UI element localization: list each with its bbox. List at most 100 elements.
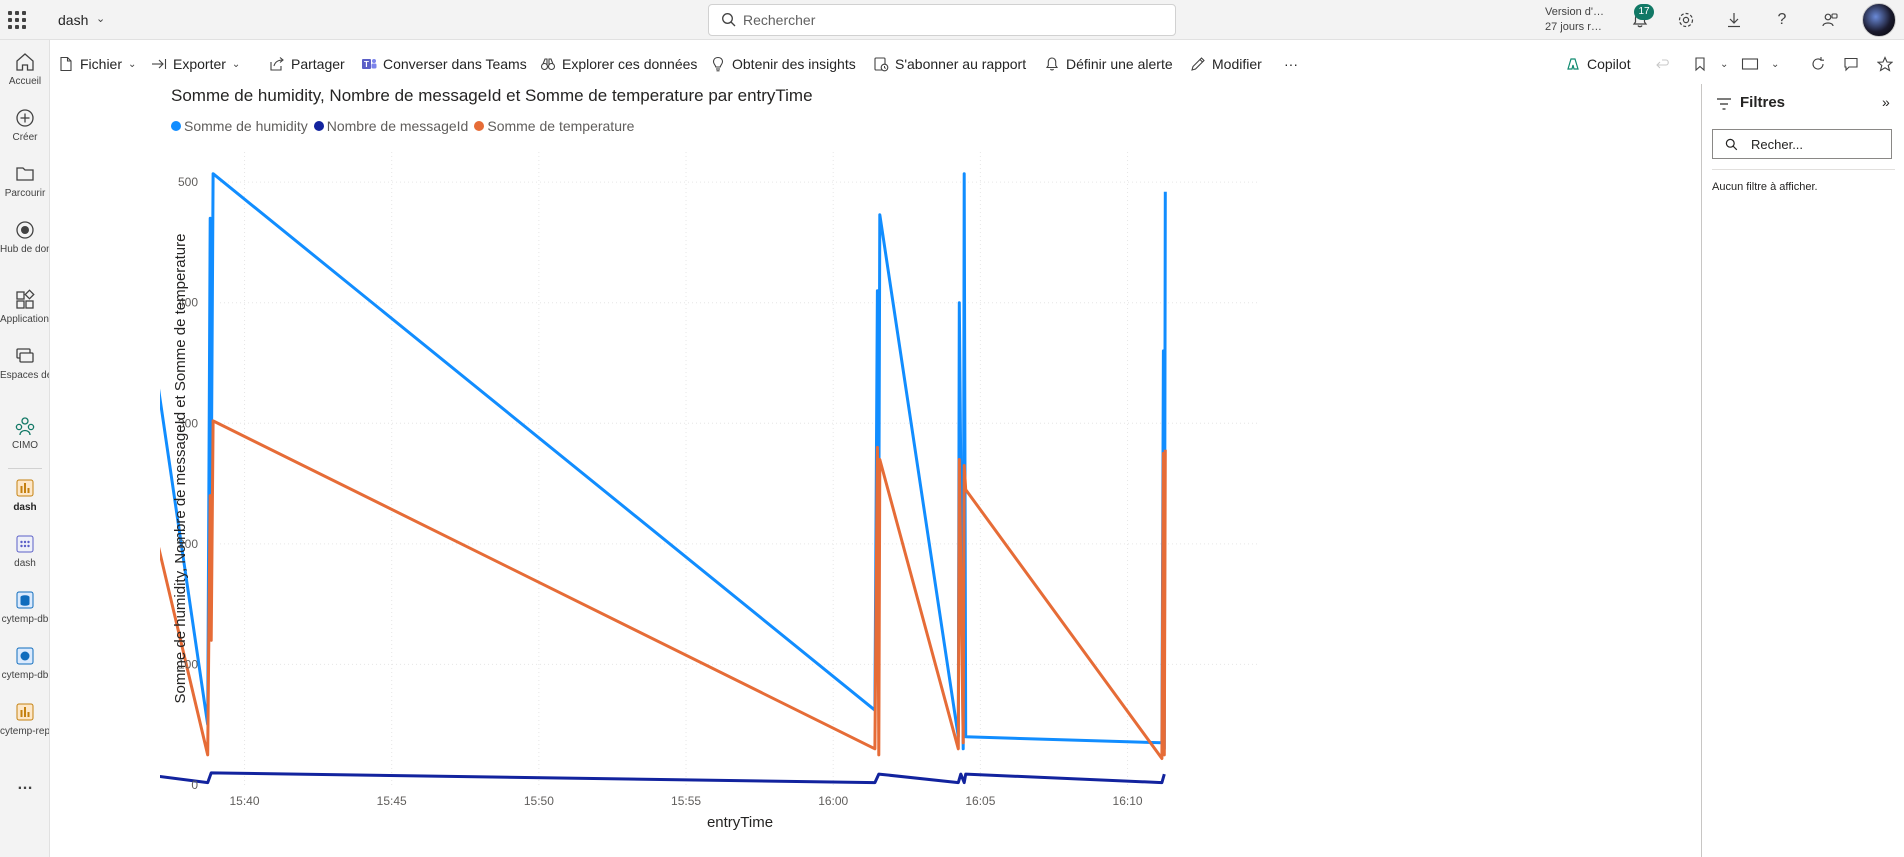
nav-item-dash-report[interactable]: dash <box>0 477 49 514</box>
refresh-icon[interactable] <box>1810 53 1832 75</box>
nav-label: cytemp-db <box>1 614 49 625</box>
share-label: Partager <box>291 56 345 72</box>
chevron-down-icon: ⌄ <box>231 58 241 70</box>
gear-icon[interactable] <box>1674 8 1698 32</box>
dashboard-icon <box>16 535 34 553</box>
nav-item-home[interactable]: Accueil <box>0 51 49 88</box>
search-icon <box>1725 138 1738 151</box>
x-tick-label: 16:05 <box>965 794 995 808</box>
legend-item-humidity[interactable]: Somme de humidity <box>171 118 308 134</box>
undo-icon[interactable] <box>1655 53 1677 75</box>
filters-empty-message: Aucun filtre à afficher. <box>1712 181 1818 193</box>
export-menu-button[interactable]: Exporter ⌄ <box>151 53 240 75</box>
legend-dot <box>474 121 485 131</box>
get-insights-label: Obtenir des insights <box>732 56 856 72</box>
subscribe-button[interactable]: S'abonner au rapport <box>873 53 1026 75</box>
top-bar: dash ⌄ Version d'… 27 jours r… 17 ? <box>0 0 1904 40</box>
left-nav: Accueil Créer Parcourir Hub de données… … <box>0 40 50 857</box>
x-tick-label: 16:10 <box>1113 794 1143 808</box>
line-chart[interactable]: 010020030040050015:40 15:45 15:50 15:55 16:0… <box>160 140 1520 840</box>
nav-label: Espaces de travail <box>0 370 49 381</box>
edit-label: Modifier <box>1212 56 1262 72</box>
edit-button[interactable]: Modifier <box>1190 53 1262 75</box>
more-options-button[interactable]: ··· <box>1284 53 1298 75</box>
download-icon[interactable] <box>1722 8 1746 32</box>
x-tick-label: 15:45 <box>377 794 407 808</box>
get-insights-button[interactable]: Obtenir des insights <box>710 53 856 75</box>
explore-data-button[interactable]: Explorer ces données <box>540 53 697 75</box>
view-icon <box>1741 58 1759 70</box>
file-menu-button[interactable]: Fichier ⌄ <box>58 53 136 75</box>
nav-label: CIMO <box>11 440 39 451</box>
plus-circle-icon <box>16 109 34 127</box>
nav-label: dash <box>14 558 36 569</box>
subscribe-label: S'abonner au rapport <box>895 56 1027 72</box>
pencil-icon <box>1191 57 1205 71</box>
teams-chat-button[interactable]: T Converser dans Teams <box>361 53 527 75</box>
chevron-down-icon[interactable]: ⌄ <box>96 12 105 25</box>
nav-item-cytemp-db[interactable]: cytemp-db <box>0 589 49 626</box>
nav-item-apps[interactable]: Applications <box>0 289 49 326</box>
filters-divider <box>1712 169 1895 170</box>
nav-label: Accueil <box>8 76 42 87</box>
nav-more-button[interactable]: … <box>0 776 49 794</box>
nav-item-data-hub[interactable]: Hub de données… <box>0 219 49 256</box>
share-people-icon[interactable] <box>1818 8 1842 32</box>
nav-item-cimo[interactable]: CIMO <box>0 415 49 452</box>
explore-data-label: Explorer ces données <box>562 56 698 72</box>
collapse-pane-icon[interactable]: » <box>1882 94 1890 110</box>
bookmark-menu-button[interactable]: ⌄ <box>1692 53 1728 75</box>
nav-item-workspaces[interactable]: Espaces de travail <box>0 345 49 382</box>
search-icon <box>722 13 736 27</box>
copilot-button[interactable]: Copilot <box>1565 53 1631 75</box>
workspaces-icon <box>16 348 34 363</box>
nav-item-dash-dashboard[interactable]: dash <box>0 533 49 570</box>
nav-label: cytemp-report <box>0 726 50 737</box>
y-axis-title: Somme de humidity, Nombre de messageId e… <box>172 234 189 704</box>
set-alert-button[interactable]: Définir une alerte <box>1044 53 1173 75</box>
series-line-2 <box>160 419 1167 760</box>
star-icon[interactable] <box>1877 53 1899 75</box>
nav-item-create[interactable]: Créer <box>0 107 49 144</box>
copilot-icon <box>1567 58 1579 70</box>
chevron-down-icon: ⌄ <box>1720 58 1729 70</box>
chart-series <box>160 172 1167 785</box>
share-button[interactable]: Partager <box>269 53 345 75</box>
semantic-model-icon <box>16 647 34 665</box>
filters-search-input[interactable] <box>1751 136 1886 152</box>
chart-legend: Somme de humidity Nombre de messageId So… <box>171 118 640 134</box>
search-input[interactable] <box>743 11 1143 29</box>
series-line-0 <box>160 172 1167 751</box>
trial-line-2: 27 jours r… <box>1545 21 1602 33</box>
share-icon <box>270 57 284 71</box>
app-launcher-icon[interactable] <box>6 9 28 31</box>
filters-search[interactable] <box>1712 129 1892 159</box>
legend-item-temperature[interactable]: Somme de temperature <box>474 118 634 134</box>
comment-icon[interactable] <box>1843 53 1865 75</box>
bell-icon <box>1045 57 1059 71</box>
subscribe-icon <box>874 57 889 72</box>
data-hub-icon <box>16 221 34 239</box>
chevron-down-icon: ⌄ <box>1771 58 1780 70</box>
teams-chat-label: Converser dans Teams <box>383 56 527 72</box>
x-tick-label: 16:00 <box>818 794 848 808</box>
svg-text:T: T <box>364 60 369 69</box>
chart-axes: 010020030040050015:40 15:45 15:50 15:55 16:0… <box>172 175 1143 831</box>
chevron-down-icon: ⌄ <box>128 58 137 70</box>
legend-dot <box>171 121 181 131</box>
nav-item-cytemp-report[interactable]: cytemp-report <box>0 701 50 738</box>
view-menu-button[interactable]: ⌄ <box>1741 53 1779 75</box>
nav-label: dash <box>13 502 37 513</box>
nav-item-cytemp-db-model[interactable]: cytemp-db <box>0 645 49 682</box>
trial-status[interactable]: Version d'… 27 jours r… <box>1545 5 1604 35</box>
teams-icon: T <box>362 59 377 69</box>
help-icon[interactable]: ? <box>1770 8 1794 32</box>
y-tick-label: 500 <box>178 175 198 189</box>
x-axis-title: entryTime <box>707 814 773 831</box>
avatar[interactable] <box>1862 3 1896 37</box>
filters-title: Filtres <box>1740 94 1786 111</box>
app-title[interactable]: dash <box>58 12 88 28</box>
nav-item-browse[interactable]: Parcourir <box>0 163 49 200</box>
global-search[interactable] <box>708 4 1176 36</box>
legend-item-messageid[interactable]: Nombre de messageId <box>313 118 468 134</box>
